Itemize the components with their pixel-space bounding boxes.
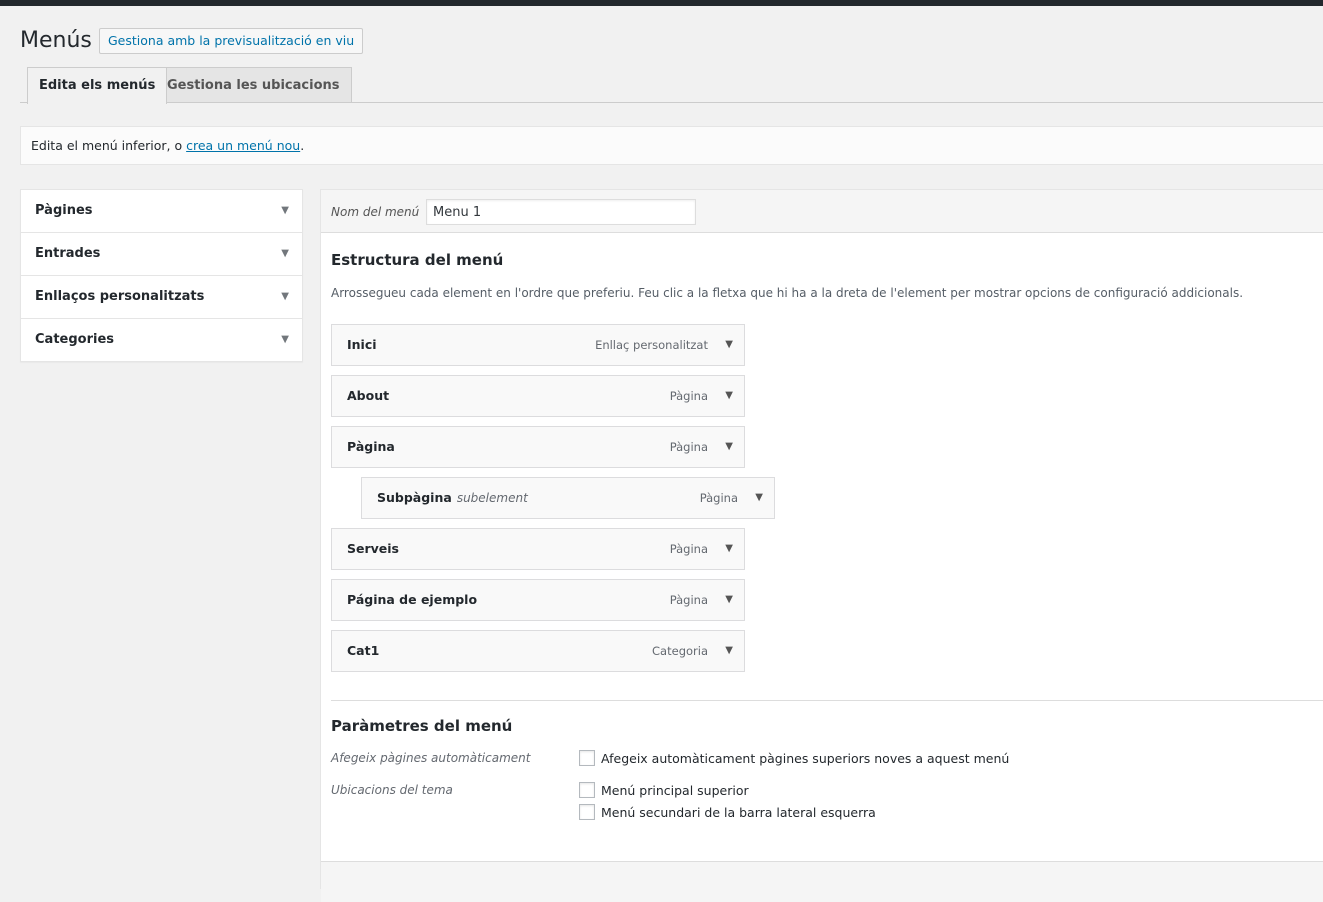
arrow-down-icon[interactable]: ▼ [755, 478, 763, 518]
menu-item[interactable]: Serveis Pàgina ▼ [331, 528, 745, 570]
menu-subitem[interactable]: Subpàgina subelement Pàgina ▼ [361, 477, 775, 519]
section-divider [331, 700, 1323, 701]
menu-item[interactable]: About Pàgina ▼ [331, 375, 745, 417]
menu-item[interactable]: Página de ejemplo Pàgina ▼ [331, 579, 745, 621]
create-menu-link[interactable]: crea un menú nou [186, 138, 300, 153]
location-secondary-checkbox[interactable] [579, 804, 595, 820]
notice-period: . [300, 138, 305, 153]
menu-item[interactable]: Pàgina Pàgina ▼ [331, 426, 745, 468]
menu-item-type: Pàgina [699, 491, 738, 505]
accordion-pages[interactable]: Pàgines ▼ [21, 190, 302, 233]
location-primary-checkbox[interactable] [579, 782, 595, 798]
accordion-label: Categories [35, 332, 115, 347]
menu-item-title: Inici [347, 337, 377, 352]
menu-item-type: Pàgina [669, 542, 708, 556]
location-primary-label: Menú principal superior [601, 782, 749, 798]
menu-item-type: Pàgina [669, 593, 708, 607]
menu-item-title: Cat1 [347, 643, 380, 658]
subitem-label: subelement [456, 491, 528, 505]
menu-name-label: Nom del menú [331, 205, 420, 219]
location-secondary-option[interactable]: Menú secundari de la barra lateral esque… [579, 804, 876, 822]
notice-text: Edita el menú inferior, o [31, 138, 187, 153]
location-primary-option[interactable]: Menú principal superior [579, 782, 749, 800]
accordion-label: Pàgines [35, 203, 93, 218]
menu-structure-description: Arrossegueu cada element en l'ordre que … [331, 286, 1244, 300]
menu-settings-title: Paràmetres del menú [331, 717, 513, 735]
tab-manage-locations[interactable]: Gestiona les ubicacions [155, 67, 352, 103]
auto-add-label: Afegeix pàgines automàticament [331, 751, 531, 765]
accordion-categories[interactable]: Categories ▼ [21, 319, 302, 361]
admin-bar [0, 0, 1323, 6]
tab-divider [20, 102, 1323, 103]
arrow-down-icon[interactable]: ▼ [281, 319, 289, 361]
menu-item-type: Pàgina [669, 389, 708, 403]
location-secondary-label: Menú secundari de la barra lateral esque… [601, 804, 876, 820]
menu-item[interactable]: Inici Enllaç personalitzat ▼ [331, 324, 745, 366]
accordion-label: Enllaços personalitzats [35, 289, 205, 304]
theme-locations-label: Ubicacions del tema [331, 783, 453, 797]
accordion-posts[interactable]: Entrades ▼ [21, 233, 302, 276]
auto-add-checkbox[interactable] [579, 750, 595, 766]
add-items-accordion: Pàgines ▼ Entrades ▼ Enllaços personalit… [20, 189, 303, 362]
menu-item-title: About [347, 388, 390, 403]
menu-header: Nom del menú [321, 190, 1323, 233]
menu-item-type: Pàgina [669, 440, 708, 454]
tab-edit-menus[interactable]: Edita els menús [27, 67, 168, 104]
menu-structure-title: Estructura del menú [331, 251, 504, 269]
menu-item-type: Enllaç personalitzat [595, 338, 708, 352]
menu-name-input[interactable] [426, 199, 696, 225]
auto-add-option-label: Afegeix automàticament pàgines superiors… [601, 750, 1010, 766]
menu-item-title: Página de ejemplo [347, 592, 478, 607]
menu-select-notice: Edita el menú inferior, o crea un menú n… [20, 126, 1323, 165]
arrow-down-icon[interactable]: ▼ [725, 529, 733, 569]
arrow-down-icon[interactable]: ▼ [725, 427, 733, 467]
menu-item-title: Serveis [347, 541, 399, 556]
accordion-label: Entrades [35, 246, 101, 261]
menu-item[interactable]: Cat1 Categoria ▼ [331, 630, 745, 672]
live-preview-button[interactable]: Gestiona amb la previsualització en viu [99, 28, 364, 54]
menu-item-title: Pàgina [347, 439, 395, 454]
arrow-down-icon[interactable]: ▼ [281, 276, 289, 318]
auto-add-option[interactable]: Afegeix automàticament pàgines superiors… [579, 750, 1009, 768]
arrow-down-icon[interactable]: ▼ [725, 631, 733, 671]
menu-item-title-text: Subpàgina [377, 490, 452, 505]
accordion-custom-links[interactable]: Enllaços personalitzats ▼ [21, 276, 302, 319]
menu-item-type: Categoria [652, 644, 708, 658]
menu-item-title: Subpàgina subelement [377, 478, 528, 518]
arrow-down-icon[interactable]: ▼ [281, 190, 289, 232]
arrow-down-icon[interactable]: ▼ [281, 233, 289, 275]
arrow-down-icon[interactable]: ▼ [725, 325, 733, 365]
page-title: Menús [20, 28, 92, 53]
arrow-down-icon[interactable]: ▼ [725, 580, 733, 620]
arrow-down-icon[interactable]: ▼ [725, 376, 733, 416]
menu-edit-panel: Nom del menú Estructura del menú Arrosse… [320, 189, 1323, 902]
